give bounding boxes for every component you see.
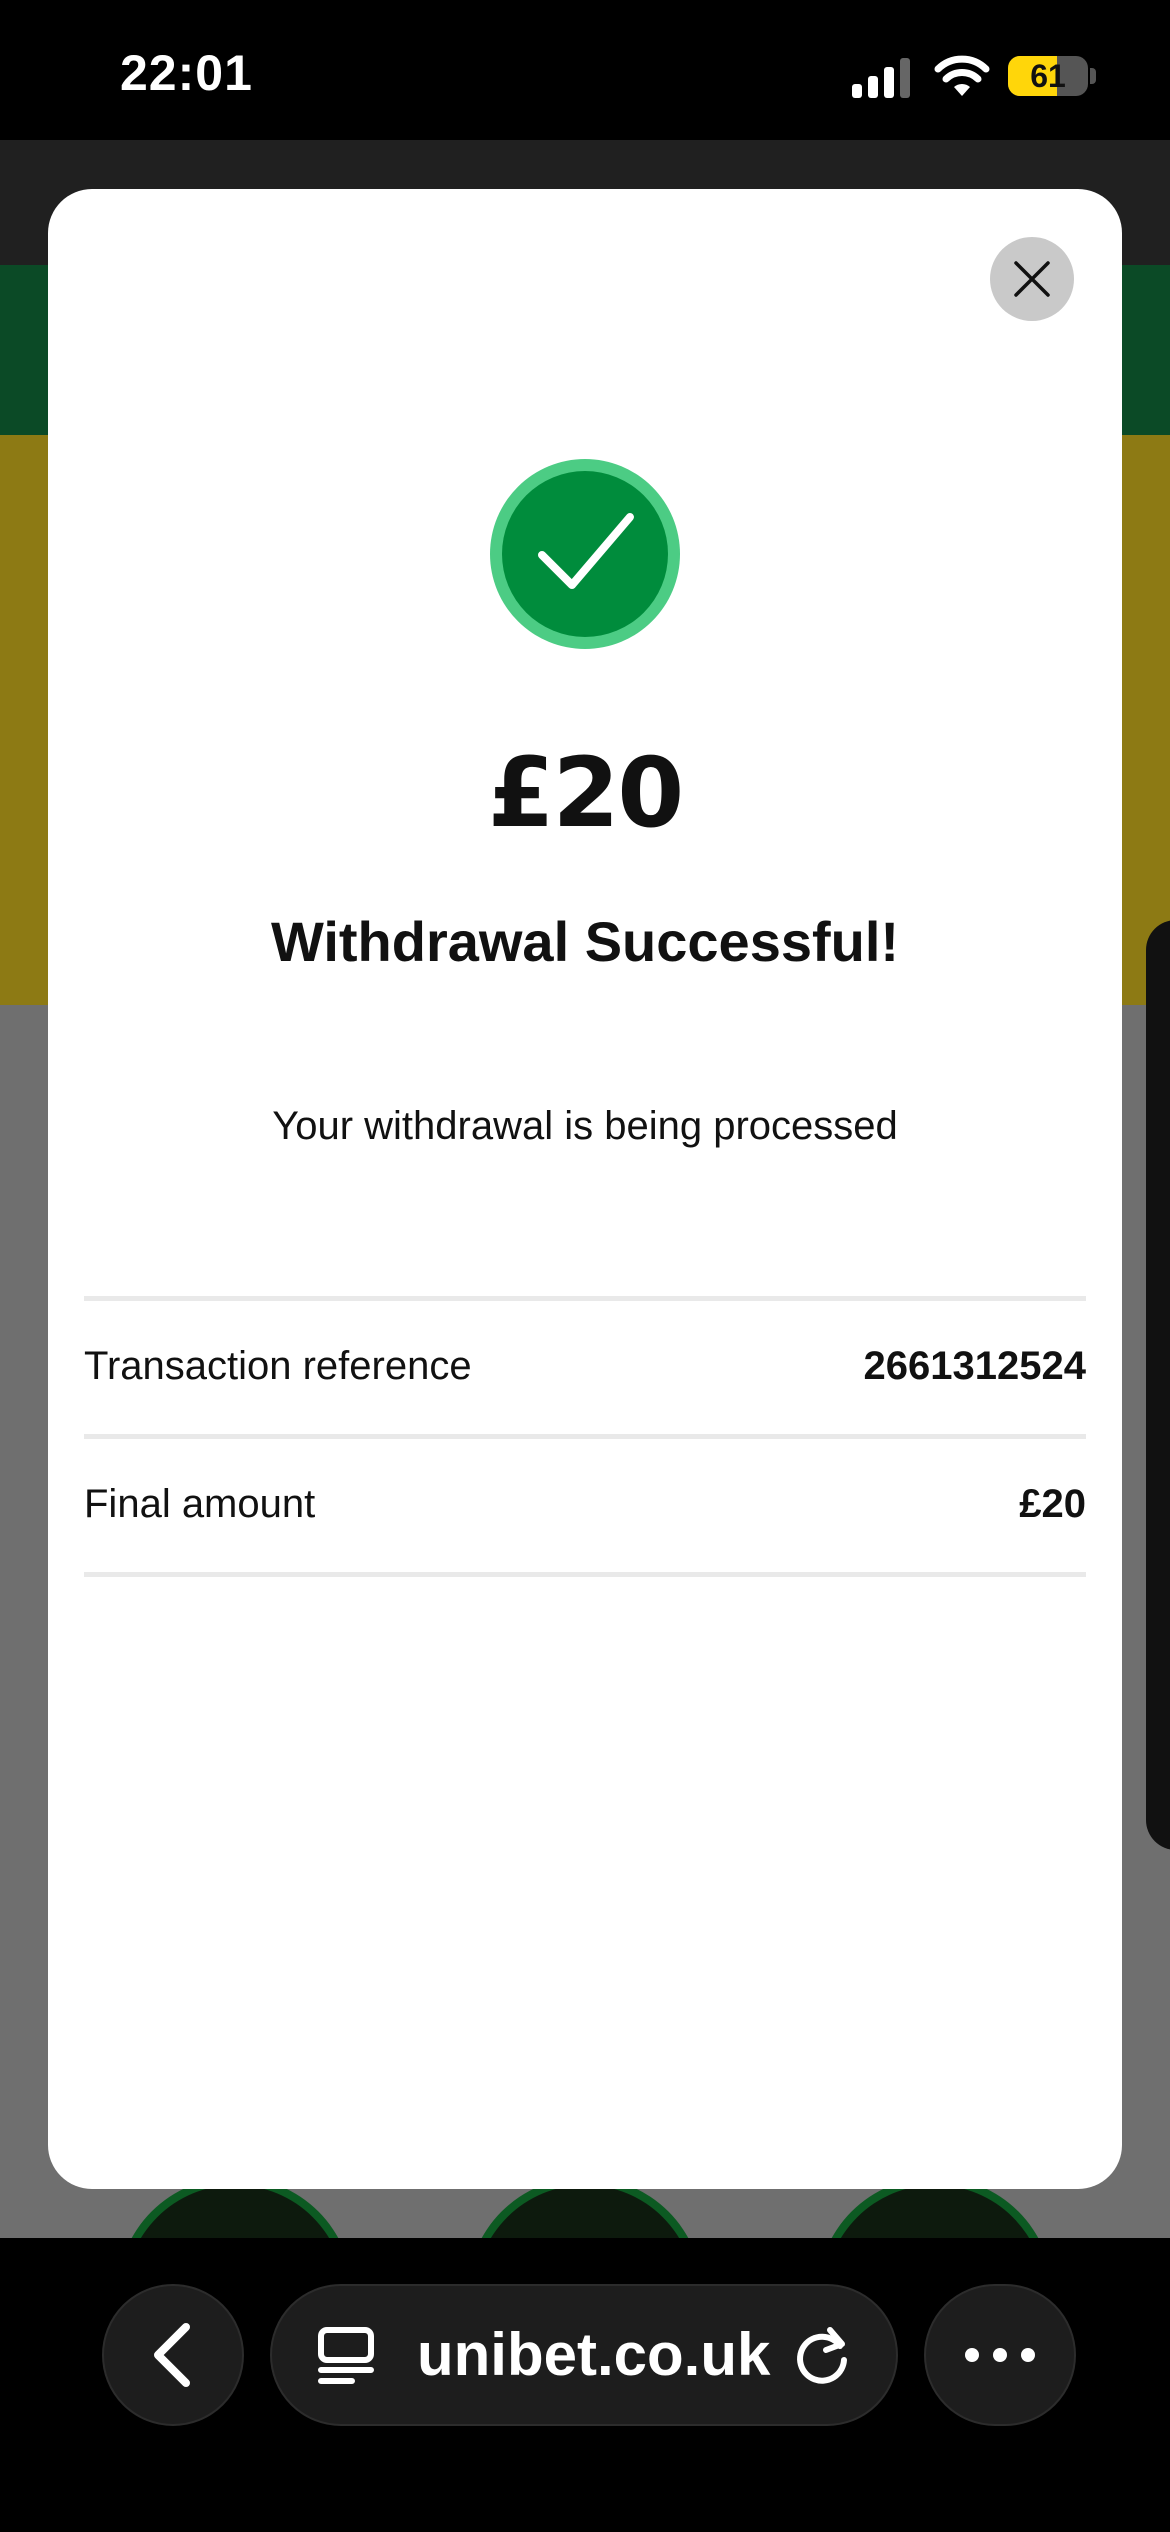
withdrawal-success-modal: £20 Withdrawal Successful! Your withdraw… bbox=[48, 189, 1122, 2189]
divider bbox=[84, 1296, 1086, 1301]
divider bbox=[84, 1572, 1086, 1577]
back-button[interactable] bbox=[102, 2284, 244, 2426]
withdrawal-amount: £20 bbox=[487, 737, 684, 849]
backdrop-card bbox=[1146, 920, 1170, 1850]
tabs-icon bbox=[318, 2327, 374, 2384]
close-icon bbox=[1014, 261, 1050, 297]
status-time: 22:01 bbox=[120, 45, 253, 101]
backdrop-circle bbox=[825, 2185, 1045, 2238]
final-amount-label: Final amount bbox=[84, 1482, 316, 1526]
battery-icon: 61 bbox=[1008, 56, 1088, 96]
browser-toolbar: unibet.co.uk bbox=[0, 2238, 1170, 2532]
status-bar: 22:01 61 bbox=[0, 0, 1170, 140]
signal-icon bbox=[852, 58, 910, 98]
url-text: unibet.co.uk bbox=[417, 2321, 771, 2388]
check-circle-icon bbox=[490, 459, 680, 649]
transaction-reference-value: 2661312524 bbox=[863, 1344, 1086, 1388]
battery-nub bbox=[1090, 68, 1096, 84]
more-button[interactable] bbox=[924, 2284, 1076, 2426]
chevron-left-icon bbox=[154, 2323, 190, 2387]
divider bbox=[84, 1434, 1086, 1439]
modal-subtitle: Your withdrawal is being processed bbox=[272, 1104, 898, 1148]
transaction-reference-label: Transaction reference bbox=[84, 1344, 472, 1388]
more-icon bbox=[965, 2348, 1035, 2362]
address-bar[interactable]: unibet.co.uk bbox=[270, 2284, 898, 2426]
wifi-icon bbox=[934, 55, 990, 96]
final-amount-value: £20 bbox=[1019, 1482, 1086, 1526]
reload-icon[interactable] bbox=[792, 2324, 854, 2386]
modal-title: Withdrawal Successful! bbox=[270, 910, 900, 973]
backdrop-circle bbox=[125, 2185, 345, 2238]
battery-percentage: 61 bbox=[1030, 57, 1066, 94]
backdrop-circle bbox=[475, 2185, 695, 2238]
close-button[interactable] bbox=[990, 237, 1074, 321]
